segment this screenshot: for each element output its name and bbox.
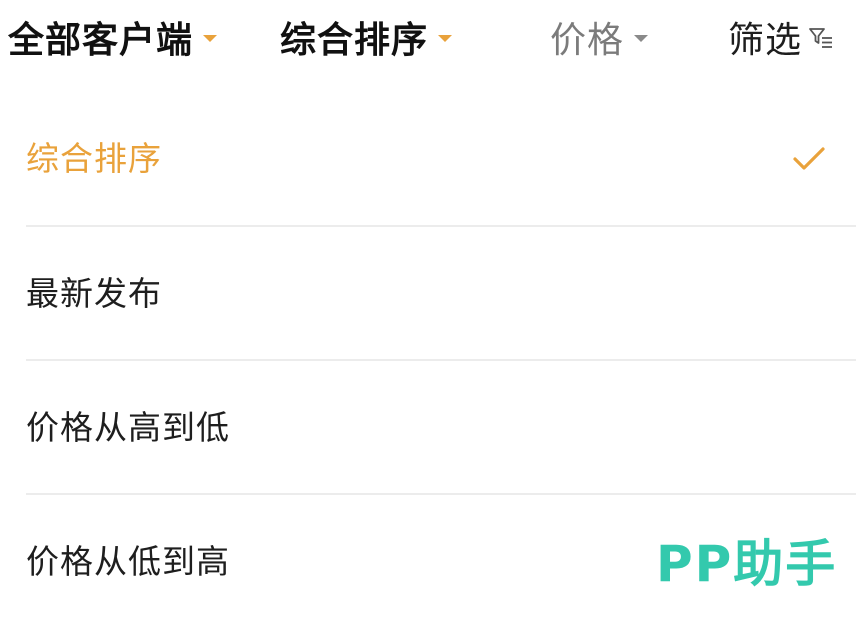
tab-filter-label: 筛选: [728, 20, 803, 61]
sort-option-label: 综合排序: [26, 139, 162, 178]
tab-comprehensive-sort[interactable]: 综合排序: [280, 16, 453, 66]
caret-down-icon: [634, 34, 649, 42]
filter-bar: 全部客户端 综合排序 价格 筛选: [0, 0, 856, 84]
sort-option-label: 价格从低到高: [26, 542, 230, 581]
caret-down-icon: [438, 34, 453, 42]
tab-filter[interactable]: 筛选: [728, 16, 834, 66]
tab-price-label: 价格: [550, 20, 625, 61]
sort-option-newest[interactable]: 最新发布: [0, 227, 856, 361]
sort-option-label: 最新发布: [26, 274, 162, 313]
sort-option-price-high-low[interactable]: 价格从高到低: [0, 361, 856, 495]
sort-option-comprehensive[interactable]: 综合排序: [0, 92, 856, 226]
caret-down-icon: [203, 34, 218, 42]
check-icon: [793, 147, 825, 170]
tab-all-clients-label: 全部客户端: [8, 20, 194, 61]
tab-all-clients[interactable]: 全部客户端: [8, 16, 218, 66]
funnel-icon: [809, 28, 833, 48]
tab-price[interactable]: 价格: [550, 16, 649, 66]
watermark-logo: PP助手: [656, 535, 838, 593]
sort-option-label: 价格从高到低: [26, 408, 230, 447]
tab-comprehensive-sort-label: 综合排序: [280, 20, 429, 61]
